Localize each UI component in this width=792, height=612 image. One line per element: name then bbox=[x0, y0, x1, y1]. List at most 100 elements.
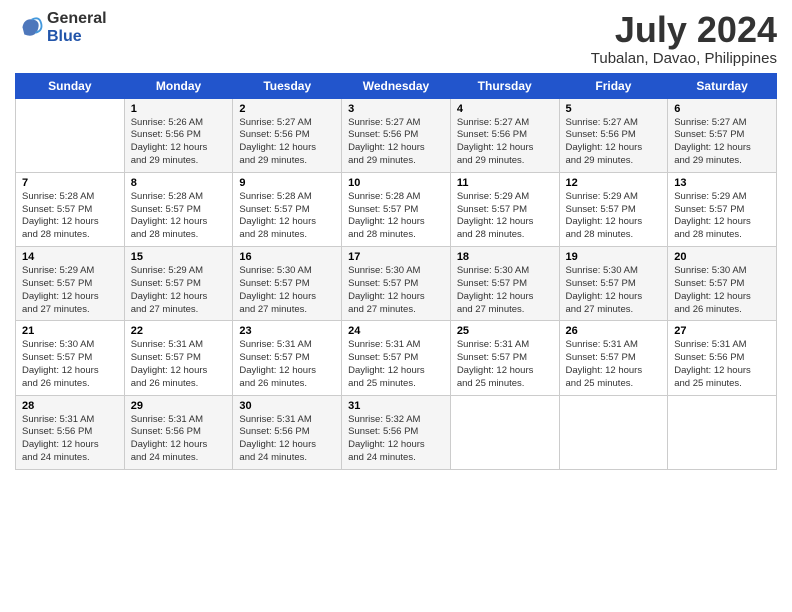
day-info: Sunrise: 5:31 AM Sunset: 5:57 PM Dayligh… bbox=[239, 339, 335, 390]
calendar-cell: 26 Sunrise: 5:31 AM Sunset: 5:57 PM Dayli… bbox=[559, 321, 668, 395]
calendar-cell: 5Sunrise: 5:27 AM Sunset: 5:56 PM Daylig… bbox=[559, 98, 668, 172]
day-number: 18 bbox=[457, 251, 553, 263]
day-info: Sunrise: 5:31 AM Sunset: 5:57 PM Dayligh… bbox=[457, 339, 553, 390]
calendar-cell: 20 Sunrise: 5:30 AM Sunset: 5:57 PM Dayli… bbox=[668, 247, 777, 321]
calendar-cell: 21Sunrise: 5:30 AM Sunset: 5:57 PM Dayli… bbox=[16, 321, 125, 395]
day-info: Sunrise: 5:27 AM Sunset: 5:56 PM Dayligh… bbox=[457, 117, 553, 168]
logo-text: General Blue bbox=[47, 10, 107, 46]
day-info: Sunrise: 5:31 AM Sunset: 5:57 PM Dayligh… bbox=[348, 339, 444, 390]
calendar-cell: 11Sunrise: 5:29 AM Sunset: 5:57 PM Dayli… bbox=[450, 172, 559, 246]
day-number: 27 bbox=[674, 325, 770, 337]
day-info: Sunrise: 5:26 AM Sunset: 5:56 PM Dayligh… bbox=[131, 117, 227, 168]
calendar-cell: 22 Sunrise: 5:31 AM Sunset: 5:57 PM Dayli… bbox=[124, 321, 233, 395]
day-number: 17 bbox=[348, 251, 444, 263]
day-info: Sunrise: 5:31 AM Sunset: 5:57 PM Dayligh… bbox=[566, 339, 662, 390]
day-info: Sunrise: 5:27 AM Sunset: 5:56 PM Dayligh… bbox=[348, 117, 444, 168]
day-number: 1 bbox=[131, 103, 227, 115]
calendar-table: SundayMondayTuesdayWednesdayThursdayFrid… bbox=[15, 73, 777, 470]
subtitle: Tubalan, Davao, Philippines bbox=[591, 50, 777, 67]
day-number: 23 bbox=[239, 325, 335, 337]
calendar-cell: 3 Sunrise: 5:27 AM Sunset: 5:56 PM Daylig… bbox=[342, 98, 451, 172]
day-number: 30 bbox=[239, 400, 335, 412]
day-info: Sunrise: 5:29 AM Sunset: 5:57 PM Dayligh… bbox=[131, 265, 227, 316]
day-number: 21 bbox=[22, 325, 118, 337]
day-info: Sunrise: 5:30 AM Sunset: 5:57 PM Dayligh… bbox=[566, 265, 662, 316]
day-number: 14 bbox=[22, 251, 118, 263]
calendar-cell: 1 Sunrise: 5:26 AM Sunset: 5:56 PM Daylig… bbox=[124, 98, 233, 172]
calendar-cell: 13 Sunrise: 5:29 AM Sunset: 5:57 PM Dayli… bbox=[668, 172, 777, 246]
calendar-cell: 31 Sunrise: 5:32 AM Sunset: 5:56 PM Dayli… bbox=[342, 395, 451, 469]
calendar-cell: 7 Sunrise: 5:28 AM Sunset: 5:57 PM Daylig… bbox=[16, 172, 125, 246]
day-number: 26 bbox=[566, 325, 662, 337]
day-info: Sunrise: 5:28 AM Sunset: 5:57 PM Dayligh… bbox=[348, 191, 444, 242]
day-number: 10 bbox=[348, 177, 444, 189]
calendar-header-cell: Thursday bbox=[450, 73, 559, 98]
calendar-cell: 10 Sunrise: 5:28 AM Sunset: 5:57 PM Dayli… bbox=[342, 172, 451, 246]
day-info: Sunrise: 5:27 AM Sunset: 5:56 PM Dayligh… bbox=[239, 117, 335, 168]
day-number: 12 bbox=[566, 177, 662, 189]
calendar-cell: 29 Sunrise: 5:31 AM Sunset: 5:56 PM Dayli… bbox=[124, 395, 233, 469]
calendar-cell: 25 Sunrise: 5:31 AM Sunset: 5:57 PM Dayli… bbox=[450, 321, 559, 395]
main-title: July 2024 bbox=[591, 10, 777, 50]
day-number: 31 bbox=[348, 400, 444, 412]
calendar-cell: 30Sunrise: 5:31 AM Sunset: 5:56 PM Dayli… bbox=[233, 395, 342, 469]
calendar-week-row: 21Sunrise: 5:30 AM Sunset: 5:57 PM Dayli… bbox=[16, 321, 777, 395]
day-info: Sunrise: 5:29 AM Sunset: 5:57 PM Dayligh… bbox=[674, 191, 770, 242]
day-info: Sunrise: 5:28 AM Sunset: 5:57 PM Dayligh… bbox=[131, 191, 227, 242]
day-info: Sunrise: 5:31 AM Sunset: 5:57 PM Dayligh… bbox=[131, 339, 227, 390]
day-number: 16 bbox=[239, 251, 335, 263]
calendar-cell: 9Sunrise: 5:28 AM Sunset: 5:57 PM Daylig… bbox=[233, 172, 342, 246]
day-number: 7 bbox=[22, 177, 118, 189]
calendar-cell: 18 Sunrise: 5:30 AM Sunset: 5:57 PM Dayli… bbox=[450, 247, 559, 321]
day-number: 29 bbox=[131, 400, 227, 412]
page-container: General Blue July 2024 Tubalan, Davao, P… bbox=[0, 0, 792, 480]
day-info: Sunrise: 5:30 AM Sunset: 5:57 PM Dayligh… bbox=[239, 265, 335, 316]
title-block: July 2024 Tubalan, Davao, Philippines bbox=[591, 10, 777, 67]
day-number: 28 bbox=[22, 400, 118, 412]
calendar-cell: 27 Sunrise: 5:31 AM Sunset: 5:56 PM Dayli… bbox=[668, 321, 777, 395]
calendar-week-row: 1 Sunrise: 5:26 AM Sunset: 5:56 PM Daylig… bbox=[16, 98, 777, 172]
calendar-cell: 24Sunrise: 5:31 AM Sunset: 5:57 PM Dayli… bbox=[342, 321, 451, 395]
day-info: Sunrise: 5:31 AM Sunset: 5:56 PM Dayligh… bbox=[674, 339, 770, 390]
calendar-header-cell: Friday bbox=[559, 73, 668, 98]
day-number: 6 bbox=[674, 103, 770, 115]
day-info: Sunrise: 5:29 AM Sunset: 5:57 PM Dayligh… bbox=[457, 191, 553, 242]
calendar-cell: 8Sunrise: 5:28 AM Sunset: 5:57 PM Daylig… bbox=[124, 172, 233, 246]
calendar-cell: 28 Sunrise: 5:31 AM Sunset: 5:56 PM Dayli… bbox=[16, 395, 125, 469]
day-info: Sunrise: 5:30 AM Sunset: 5:57 PM Dayligh… bbox=[674, 265, 770, 316]
day-info: Sunrise: 5:27 AM Sunset: 5:56 PM Dayligh… bbox=[566, 117, 662, 168]
day-number: 22 bbox=[131, 325, 227, 337]
day-info: Sunrise: 5:32 AM Sunset: 5:56 PM Dayligh… bbox=[348, 414, 444, 465]
day-number: 3 bbox=[348, 103, 444, 115]
day-number: 13 bbox=[674, 177, 770, 189]
calendar-header-row: SundayMondayTuesdayWednesdayThursdayFrid… bbox=[16, 73, 777, 98]
calendar-cell: 2Sunrise: 5:27 AM Sunset: 5:56 PM Daylig… bbox=[233, 98, 342, 172]
calendar-cell: 19Sunrise: 5:30 AM Sunset: 5:57 PM Dayli… bbox=[559, 247, 668, 321]
day-info: Sunrise: 5:28 AM Sunset: 5:57 PM Dayligh… bbox=[22, 191, 118, 242]
calendar-cell bbox=[450, 395, 559, 469]
day-number: 15 bbox=[131, 251, 227, 263]
calendar-cell: 12 Sunrise: 5:29 AM Sunset: 5:57 PM Dayli… bbox=[559, 172, 668, 246]
day-info: Sunrise: 5:31 AM Sunset: 5:56 PM Dayligh… bbox=[131, 414, 227, 465]
day-number: 20 bbox=[674, 251, 770, 263]
calendar-header-cell: Monday bbox=[124, 73, 233, 98]
day-info: Sunrise: 5:29 AM Sunset: 5:57 PM Dayligh… bbox=[22, 265, 118, 316]
calendar-header-cell: Tuesday bbox=[233, 73, 342, 98]
day-info: Sunrise: 5:30 AM Sunset: 5:57 PM Dayligh… bbox=[457, 265, 553, 316]
day-number: 25 bbox=[457, 325, 553, 337]
day-info: Sunrise: 5:29 AM Sunset: 5:57 PM Dayligh… bbox=[566, 191, 662, 242]
calendar-cell bbox=[668, 395, 777, 469]
calendar-week-row: 14 Sunrise: 5:29 AM Sunset: 5:57 PM Dayli… bbox=[16, 247, 777, 321]
calendar-cell bbox=[16, 98, 125, 172]
calendar-cell: 15 Sunrise: 5:29 AM Sunset: 5:57 PM Dayli… bbox=[124, 247, 233, 321]
calendar-cell: 6Sunrise: 5:27 AM Sunset: 5:57 PM Daylig… bbox=[668, 98, 777, 172]
calendar-cell: 4Sunrise: 5:27 AM Sunset: 5:56 PM Daylig… bbox=[450, 98, 559, 172]
header: General Blue July 2024 Tubalan, Davao, P… bbox=[15, 10, 777, 67]
calendar-body: 1 Sunrise: 5:26 AM Sunset: 5:56 PM Daylig… bbox=[16, 98, 777, 469]
day-number: 9 bbox=[239, 177, 335, 189]
calendar-week-row: 7 Sunrise: 5:28 AM Sunset: 5:57 PM Daylig… bbox=[16, 172, 777, 246]
calendar-cell: 16 Sunrise: 5:30 AM Sunset: 5:57 PM Dayli… bbox=[233, 247, 342, 321]
calendar-header-cell: Saturday bbox=[668, 73, 777, 98]
day-info: Sunrise: 5:31 AM Sunset: 5:56 PM Dayligh… bbox=[22, 414, 118, 465]
calendar-cell: 17Sunrise: 5:30 AM Sunset: 5:57 PM Dayli… bbox=[342, 247, 451, 321]
